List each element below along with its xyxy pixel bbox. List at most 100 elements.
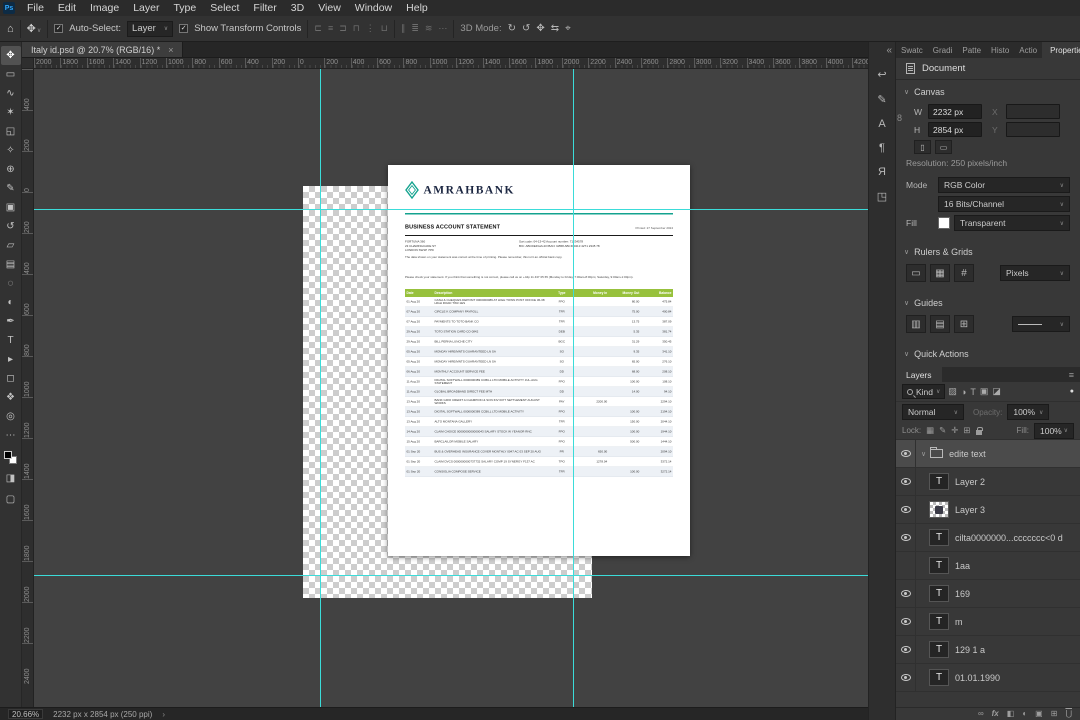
visibility-toggle[interactable] — [896, 468, 916, 495]
healing-brush-tool[interactable]: ⊕ — [1, 160, 21, 179]
statement-document[interactable]: AMRAHBANK BUSINESS ACCOUNT STATEMENT Pri… — [388, 165, 690, 556]
menu-type[interactable]: Type — [166, 0, 203, 16]
bit-depth-select[interactable]: 16 Bits/Channel∨ — [938, 196, 1070, 212]
lock-artboard-icon[interactable]: ⊞ — [963, 425, 970, 436]
home-icon[interactable]: ⌂ — [7, 23, 14, 35]
lasso-tool[interactable]: ∿ — [1, 84, 21, 103]
new-layer-icon[interactable]: ⊞ — [1051, 710, 1058, 718]
layer-row-cilta0000000-ccccccc-0-d[interactable]: Tcilta0000000...ccccccc<0 d — [896, 524, 1080, 552]
brush-settings-panel-icon[interactable]: ✎ — [877, 93, 886, 106]
menu-layer[interactable]: Layer — [126, 0, 166, 16]
3d-scale-icon[interactable]: ⌖ — [565, 23, 571, 34]
collapse-panels-icon[interactable]: « — [886, 45, 892, 56]
lock-all-icon[interactable] — [976, 430, 982, 435]
filter-shape-layers-icon[interactable]: ▣ — [980, 386, 989, 397]
visibility-toggle[interactable] — [896, 636, 916, 663]
zoom-tool[interactable]: ◎ — [1, 407, 21, 426]
lock-transparency-icon[interactable]: ▦ — [926, 425, 934, 436]
document-tab[interactable]: Italy id.psd @ 20.7% (RGB/16) * × — [22, 42, 183, 57]
artboard-guides-icon[interactable]: ▤ — [930, 315, 950, 333]
more-options-icon[interactable]: ⋯ — [438, 23, 447, 34]
clone-stamp-tool[interactable]: ▣ — [1, 198, 21, 217]
link-dimensions-icon[interactable]: 8 — [897, 113, 902, 123]
edit-toolbar-icon[interactable]: ⋯ — [1, 426, 21, 445]
visibility-toggle[interactable] — [896, 580, 916, 607]
align-right-edges-icon[interactable]: ⊐ — [339, 23, 347, 34]
marquee-tool[interactable]: ▭ — [1, 65, 21, 84]
panel-tab-swatc[interactable]: Swatc — [896, 42, 928, 58]
vertical-ruler[interactable]: 4002000200400600800100012001400160018002… — [22, 69, 34, 707]
quick-mask-icon[interactable]: ◨ — [1, 471, 21, 485]
history-panel-icon[interactable]: ↩ — [877, 68, 886, 81]
blend-mode-select[interactable]: Normal∨ — [902, 404, 964, 420]
visibility-toggle[interactable] — [896, 440, 916, 467]
distribute-spacing-icon[interactable]: ≋ — [425, 23, 433, 34]
toggle-grid-icon[interactable]: ▦ — [930, 264, 950, 282]
zoom-level-field[interactable]: 20.66% — [8, 709, 43, 719]
panel-tab-gradi[interactable]: Gradi — [928, 42, 958, 58]
link-layers-icon[interactable]: ∞ — [978, 710, 984, 718]
history-brush-tool[interactable]: ↺ — [1, 217, 21, 236]
eraser-tool[interactable]: ▱ — [1, 236, 21, 255]
menu-file[interactable]: File — [20, 0, 51, 16]
panel-tab-histo[interactable]: Histo — [986, 42, 1014, 58]
vertical-guide[interactable] — [573, 69, 574, 707]
filtering-toggle-icon[interactable]: ● — [1070, 388, 1074, 395]
vertical-guide[interactable] — [320, 69, 321, 707]
crop-tool[interactable]: ◱ — [1, 122, 21, 141]
clone-source-panel-icon[interactable]: ◳ — [877, 190, 887, 203]
panel-tab-actio[interactable]: Actio — [1014, 42, 1042, 58]
layer-row-1aa[interactable]: T1aa — [896, 552, 1080, 580]
filter-pixel-layers-icon[interactable]: ▨ — [948, 386, 957, 397]
menu-3d[interactable]: 3D — [284, 0, 311, 16]
visibility-toggle[interactable] — [896, 664, 916, 691]
filter-smart-objects-icon[interactable]: ◪ — [992, 386, 1001, 397]
layer-row-edite-text[interactable]: ∨edite text — [896, 440, 1080, 468]
menu-help[interactable]: Help — [399, 0, 435, 16]
layer-row-layer-2[interactable]: TLayer 2 — [896, 468, 1080, 496]
expand-caret-icon[interactable]: ∨ — [921, 450, 926, 458]
filter-kind-select[interactable]: Kind∨ — [902, 384, 945, 399]
quick-selection-tool[interactable]: ✶ — [1, 103, 21, 122]
align-top-edges-icon[interactable]: ⊓ — [353, 23, 360, 34]
rulers-grids-section-header[interactable]: ∨Rulers & Grids — [896, 243, 1080, 261]
path-selection-tool[interactable]: ▸ — [1, 350, 21, 369]
paragraph-panel-icon[interactable]: ¶ — [879, 142, 885, 154]
layer-row-layer-3[interactable]: Layer 3 — [896, 496, 1080, 524]
auto-select-checkbox[interactable]: ✓ — [54, 24, 63, 33]
quick-actions-section-header[interactable]: ∨Quick Actions — [896, 345, 1080, 363]
lock-pixels-icon[interactable]: ✎ — [939, 425, 946, 436]
shape-tool[interactable]: ◻ — [1, 369, 21, 388]
character-panel-icon[interactable]: A — [878, 118, 885, 130]
horizontal-guide[interactable] — [34, 575, 868, 576]
3d-drag-icon[interactable]: ✥ — [536, 23, 544, 34]
3d-orbit-icon[interactable]: ↻ — [508, 23, 516, 34]
align-bottom-edges-icon[interactable]: ⊔ — [381, 23, 388, 34]
align-horizontal-centers-icon[interactable]: ≡ — [328, 23, 333, 34]
guide-layout-icon[interactable]: ⊞ — [954, 315, 974, 333]
lock-position-icon[interactable]: ✛ — [951, 425, 958, 436]
layer-fill-select[interactable]: 100%∨ — [1034, 423, 1074, 439]
panel-tab-properties[interactable]: Properties — [1042, 42, 1080, 58]
filter-type-layers-icon[interactable]: T — [970, 387, 976, 397]
menu-edit[interactable]: Edit — [51, 0, 83, 16]
panel-menu-icon[interactable]: ≡ — [1069, 370, 1074, 380]
visibility-toggle[interactable] — [896, 524, 916, 551]
gradient-tool[interactable]: ▤ — [1, 255, 21, 274]
close-tab-icon[interactable]: × — [168, 45, 173, 55]
portrait-orientation-button[interactable]: ▯ — [914, 140, 931, 154]
glyphs-panel-icon[interactable]: Я — [878, 166, 886, 178]
visibility-toggle[interactable] — [896, 496, 916, 523]
layer-mask-icon[interactable]: ◧ — [1007, 710, 1015, 718]
guide-style-select[interactable]: ∨ — [1012, 316, 1070, 332]
canvas-section-header[interactable]: ∨Canvas — [896, 83, 1080, 101]
color-mode-select[interactable]: RGB Color∨ — [938, 177, 1070, 193]
width-field[interactable]: 2232 px — [928, 104, 982, 119]
visibility-toggle[interactable] — [896, 552, 916, 579]
layer-row-m[interactable]: Tm — [896, 608, 1080, 636]
foreground-color-swatch[interactable] — [4, 451, 12, 459]
align-vertical-centers-icon[interactable]: ⋮ — [366, 23, 375, 34]
menu-view[interactable]: View — [311, 0, 348, 16]
auto-select-dropdown[interactable]: Layer∨ — [127, 21, 173, 37]
3d-slide-icon[interactable]: ⇆ — [551, 23, 559, 34]
